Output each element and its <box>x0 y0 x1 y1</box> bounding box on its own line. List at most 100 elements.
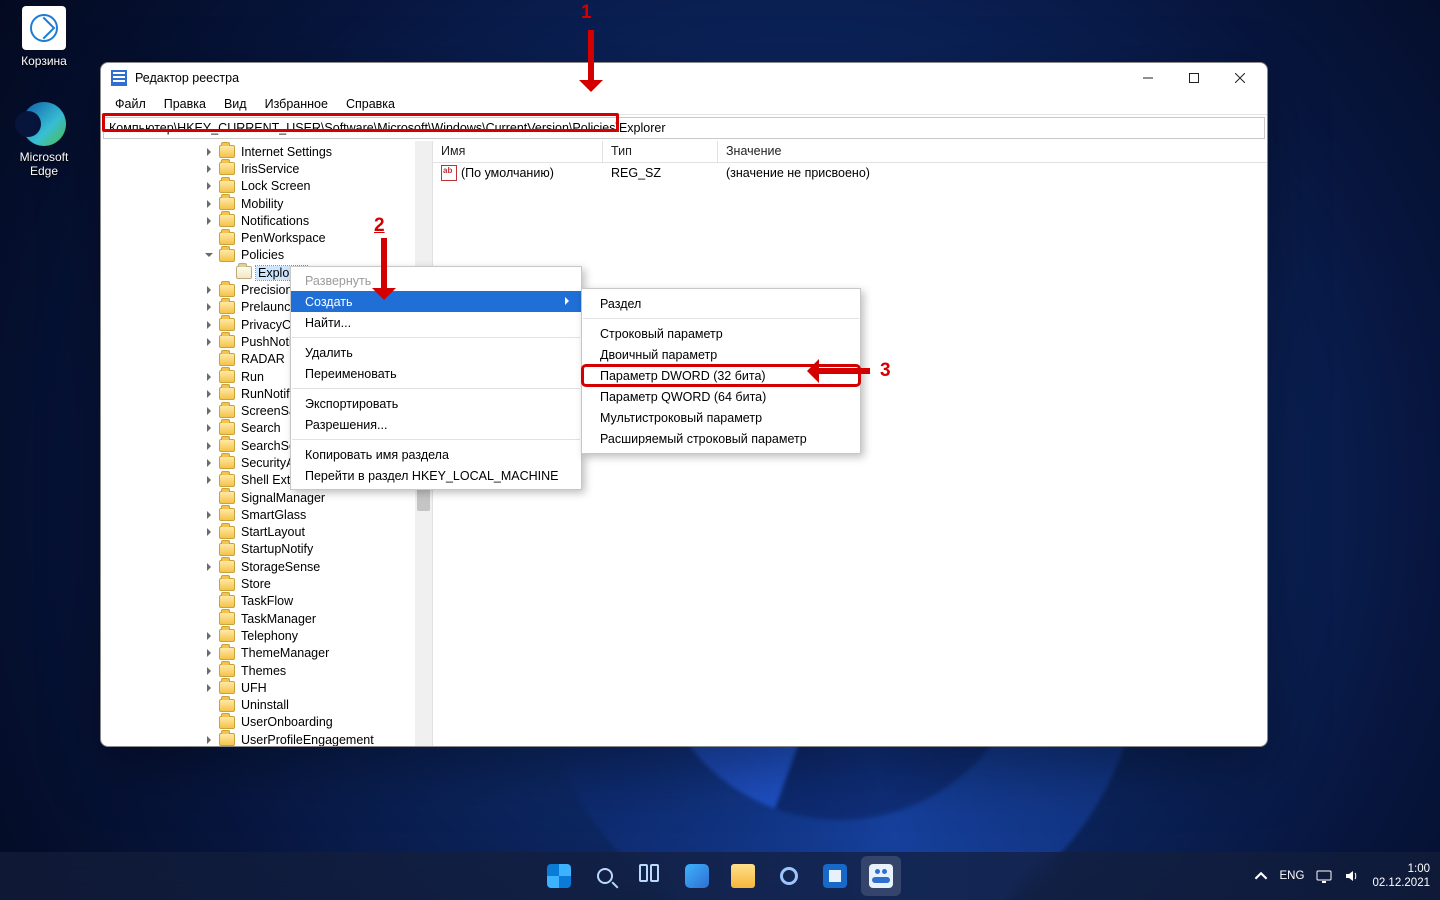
chevron-right-icon[interactable] <box>203 371 215 383</box>
chevron-right-icon[interactable] <box>203 682 215 694</box>
chevron-right-icon[interactable] <box>203 630 215 642</box>
tree-node[interactable]: StartupNotify <box>101 541 432 558</box>
new-key[interactable]: Раздел <box>582 293 860 314</box>
chevron-right-icon[interactable] <box>203 665 215 677</box>
folder-icon <box>219 578 235 591</box>
tree-node[interactable]: SignalManager <box>101 489 432 506</box>
desktop-icon-edge[interactable]: Microsoft Edge <box>6 102 82 178</box>
tree-node[interactable]: Lock Screen <box>101 178 432 195</box>
tree-node[interactable]: ThemeManager <box>101 645 432 662</box>
tree-node[interactable]: Internet Settings <box>101 143 432 160</box>
tree-node[interactable]: StorageSense <box>101 558 432 575</box>
spacer <box>203 595 215 607</box>
value-type: REG_SZ <box>611 166 726 180</box>
taskbar-search[interactable] <box>585 856 625 896</box>
tree-node[interactable]: SmartGlass <box>101 506 432 523</box>
tree-node[interactable]: Mobility <box>101 195 432 212</box>
tree-node[interactable]: TaskManager <box>101 610 432 627</box>
taskbar-settings[interactable] <box>769 856 809 896</box>
chevron-right-icon[interactable] <box>203 215 215 227</box>
chevron-right-icon[interactable] <box>203 198 215 210</box>
chevron-right-icon[interactable] <box>203 509 215 521</box>
value-row[interactable]: (По умолчанию)REG_SZ(значение не присвое… <box>433 163 1267 183</box>
system-tray[interactable]: ENG 1:00 02.12.2021 <box>1254 862 1430 890</box>
address-input[interactable] <box>103 117 1265 139</box>
desktop-icon-recycle-bin[interactable]: Корзина <box>6 6 82 68</box>
taskbar-app-active[interactable] <box>861 856 901 896</box>
ctx-delete[interactable]: Удалить <box>291 342 581 363</box>
tree-node[interactable]: Store <box>101 575 432 592</box>
value-data: (значение не присвоено) <box>726 166 1267 180</box>
new-multistring[interactable]: Мультистроковый параметр <box>582 407 860 428</box>
tray-chevron-icon[interactable] <box>1254 869 1268 883</box>
chevron-right-icon[interactable] <box>203 146 215 158</box>
col-value[interactable]: Значение <box>718 141 1267 162</box>
tree-node[interactable]: PenWorkspace <box>101 229 432 246</box>
tree-node-label: Search <box>239 421 283 435</box>
menu-view[interactable]: Вид <box>216 95 255 113</box>
new-dword[interactable]: Параметр DWORD (32 бита) <box>582 365 860 386</box>
chevron-right-icon[interactable] <box>203 561 215 573</box>
start-button[interactable] <box>539 856 579 896</box>
taskbar[interactable]: ENG 1:00 02.12.2021 <box>0 852 1440 900</box>
close-button[interactable] <box>1217 63 1263 93</box>
tree-node[interactable]: Policies <box>101 247 432 264</box>
tree-node[interactable]: Notifications <box>101 212 432 229</box>
ctx-copy-key-name[interactable]: Копировать имя раздела <box>291 444 581 465</box>
tree-node[interactable]: UserOnboarding <box>101 714 432 731</box>
menu-favorites[interactable]: Избранное <box>257 95 336 113</box>
ctx-goto-hklm[interactable]: Перейти в раздел HKEY_LOCAL_MACHINE <box>291 465 581 486</box>
network-icon[interactable] <box>1316 868 1332 884</box>
new-expandstring[interactable]: Расширяемый строковый параметр <box>582 428 860 449</box>
column-headers[interactable]: Имя Тип Значение <box>433 141 1267 163</box>
tree-node[interactable]: Telephony <box>101 627 432 644</box>
taskbar-widgets[interactable] <box>677 856 717 896</box>
ctx-export[interactable]: Экспортировать <box>291 393 581 414</box>
taskbar-explorer[interactable] <box>723 856 763 896</box>
chevron-right-icon[interactable] <box>203 526 215 538</box>
tree-node-label: Lock Screen <box>239 179 312 193</box>
chevron-right-icon[interactable] <box>203 336 215 348</box>
tree-node[interactable]: UFH <box>101 679 432 696</box>
new-string[interactable]: Строковый параметр <box>582 323 860 344</box>
menu-help[interactable]: Справка <box>338 95 403 113</box>
menu-edit[interactable]: Правка <box>156 95 214 113</box>
new-qword[interactable]: Параметр QWORD (64 бита) <box>582 386 860 407</box>
ctx-rename[interactable]: Переименовать <box>291 363 581 384</box>
titlebar[interactable]: Редактор реестра <box>101 63 1267 93</box>
chevron-right-icon[interactable] <box>203 422 215 434</box>
tree-node[interactable]: Themes <box>101 662 432 679</box>
minimize-button[interactable] <box>1125 63 1171 93</box>
taskbar-store[interactable] <box>815 856 855 896</box>
chevron-down-icon[interactable] <box>203 249 215 261</box>
chevron-right-icon[interactable] <box>203 647 215 659</box>
tray-language[interactable]: ENG <box>1280 870 1305 882</box>
chevron-right-icon[interactable] <box>203 405 215 417</box>
tree-node[interactable]: TaskFlow <box>101 593 432 610</box>
col-type[interactable]: Тип <box>603 141 718 162</box>
chevron-right-icon[interactable] <box>203 457 215 469</box>
ctx-permissions[interactable]: Разрешения... <box>291 414 581 435</box>
chevron-right-icon[interactable] <box>203 163 215 175</box>
tray-clock[interactable]: 1:00 02.12.2021 <box>1372 862 1430 890</box>
tree-node[interactable]: Uninstall <box>101 697 432 714</box>
chevron-right-icon[interactable] <box>203 319 215 331</box>
chevron-right-icon[interactable] <box>203 180 215 192</box>
chevron-right-icon[interactable] <box>203 734 215 746</box>
tree-node[interactable]: StartLayout <box>101 524 432 541</box>
taskbar-taskview[interactable] <box>631 856 671 896</box>
ctx-find[interactable]: Найти... <box>291 312 581 333</box>
chevron-right-icon[interactable] <box>203 284 215 296</box>
maximize-button[interactable] <box>1171 63 1217 93</box>
chevron-right-icon[interactable] <box>203 301 215 313</box>
chevron-right-icon[interactable] <box>203 388 215 400</box>
tree-node[interactable]: UserProfileEngagement <box>101 731 432 746</box>
chevron-right-icon[interactable] <box>203 474 215 486</box>
chevron-right-icon[interactable] <box>203 440 215 452</box>
volume-icon[interactable] <box>1344 868 1360 884</box>
ctx-create[interactable]: Создать <box>291 291 581 312</box>
menu-file[interactable]: Файл <box>107 95 154 113</box>
tree-node[interactable]: IrisService <box>101 160 432 177</box>
new-binary[interactable]: Двоичный параметр <box>582 344 860 365</box>
col-name[interactable]: Имя <box>433 141 603 162</box>
